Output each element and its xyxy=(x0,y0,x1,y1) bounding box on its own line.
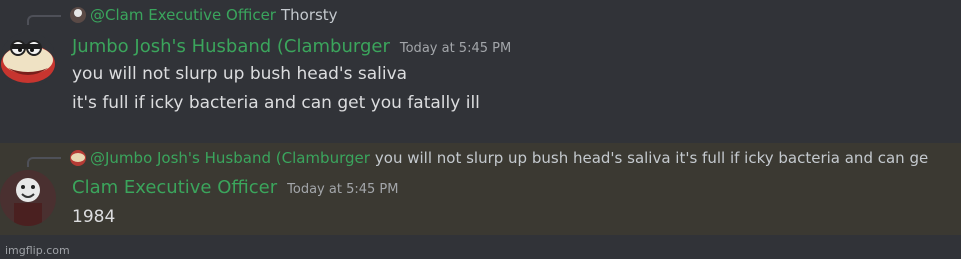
message-2: @Jumbo Josh's Husband (Clamburger you wi… xyxy=(0,143,961,235)
message-header: Jumbo Josh's Husband (Clamburger Today a… xyxy=(72,36,511,58)
reply-preview[interactable]: @Clam Executive Officer Thorsty xyxy=(70,6,338,24)
reply-text[interactable]: you will not slurp up bush head's saliva… xyxy=(375,149,928,167)
message-content: 1984 xyxy=(72,203,115,232)
watermark: imgflip.com xyxy=(5,244,70,257)
username[interactable]: Clam Executive Officer xyxy=(72,177,277,199)
reply-connector xyxy=(27,15,61,25)
message-content: you will not slurp up bush head's saliva… xyxy=(72,60,480,118)
message-line: you will not slurp up bush head's saliva xyxy=(72,64,408,84)
avatar[interactable] xyxy=(0,170,56,226)
reply-avatar xyxy=(70,150,86,166)
reply-username[interactable]: @Clam Executive Officer xyxy=(90,6,276,24)
message-line: it's full if icky bacteria and can get y… xyxy=(72,93,480,113)
bottom-bar xyxy=(0,235,961,259)
username[interactable]: Jumbo Josh's Husband (Clamburger xyxy=(72,36,390,58)
message-header: Clam Executive Officer Today at 5:45 PM xyxy=(72,177,398,199)
reply-avatar xyxy=(70,7,86,23)
timestamp: Today at 5:45 PM xyxy=(287,182,399,197)
avatar[interactable] xyxy=(0,32,56,88)
reply-text[interactable]: Thorsty xyxy=(281,6,338,24)
reply-preview[interactable]: @Jumbo Josh's Husband (Clamburger you wi… xyxy=(70,149,961,167)
reply-username[interactable]: @Jumbo Josh's Husband (Clamburger xyxy=(90,149,370,167)
message-line: 1984 xyxy=(72,207,116,227)
reply-connector xyxy=(27,157,61,167)
timestamp: Today at 5:45 PM xyxy=(399,41,512,56)
message-1: @Clam Executive Officer Thorsty Jumbo Jo… xyxy=(0,0,961,140)
